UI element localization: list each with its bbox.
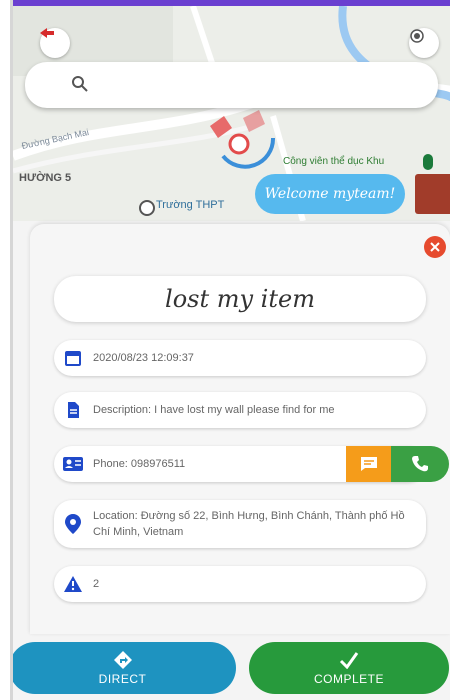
back-arrow-icon [40, 28, 54, 38]
datetime-text: 2020/08/23 12:09:37 [93, 352, 194, 364]
document-icon [63, 400, 83, 420]
checkmark-icon [339, 651, 359, 669]
map-school-label: Trường THPT [156, 199, 225, 211]
phone-text: Phone: 098976511 [93, 458, 186, 470]
count-text: 2 [93, 578, 100, 590]
locate-icon [410, 29, 424, 43]
user-avatar[interactable] [415, 174, 450, 214]
datetime-row: 2020/08/23 12:09:37 [54, 340, 426, 376]
back-button[interactable] [40, 28, 70, 58]
search-bar[interactable] [25, 62, 438, 108]
map-park-label: Công viên thể dục Khu [283, 156, 385, 167]
map-district-label: HƯỜNG 5 [19, 172, 72, 184]
directions-icon [113, 650, 132, 669]
calendar-icon [63, 348, 83, 368]
contact-card-icon [63, 454, 83, 474]
location-pin-icon [63, 514, 83, 534]
warning-icon [63, 574, 83, 594]
message-button[interactable] [346, 446, 391, 482]
complete-button[interactable]: COMPLETE [249, 642, 449, 694]
item-detail-panel: lost my item 2020/08/23 12:09:37 Descrip… [30, 224, 450, 634]
location-text: Location: Đường số 22, Bình Hưng, Bình C… [93, 510, 405, 538]
welcome-bubble: Welcome myteam! [255, 174, 405, 214]
count-row: 2 [54, 566, 426, 602]
phone-icon [412, 456, 428, 472]
call-button[interactable] [391, 446, 449, 482]
item-title: lost my item [54, 276, 426, 322]
map-view[interactable]: Đường Bạch Mai HƯỜNG 5 Trường THPT Công … [13, 6, 450, 221]
location-row: Location: Đường số 22, Bình Hưng, Bình C… [54, 500, 426, 548]
close-button[interactable] [424, 236, 446, 258]
phone-row: Phone: 098976511 [54, 446, 449, 482]
my-location-button[interactable] [409, 28, 439, 58]
app-screen: Đường Bạch Mai HƯỜNG 5 Trường THPT Công … [10, 0, 450, 700]
message-icon [360, 457, 377, 471]
direct-button[interactable]: DIRECT [13, 642, 236, 694]
close-icon [430, 242, 440, 252]
direct-label: DIRECT [98, 671, 147, 686]
description-row: Description: I have lost my wall please … [54, 392, 426, 428]
search-icon [72, 76, 88, 92]
complete-label: COMPLETE [313, 671, 384, 686]
description-text: Description: I have lost my wall please … [93, 404, 335, 416]
school-pin-icon [139, 200, 155, 216]
